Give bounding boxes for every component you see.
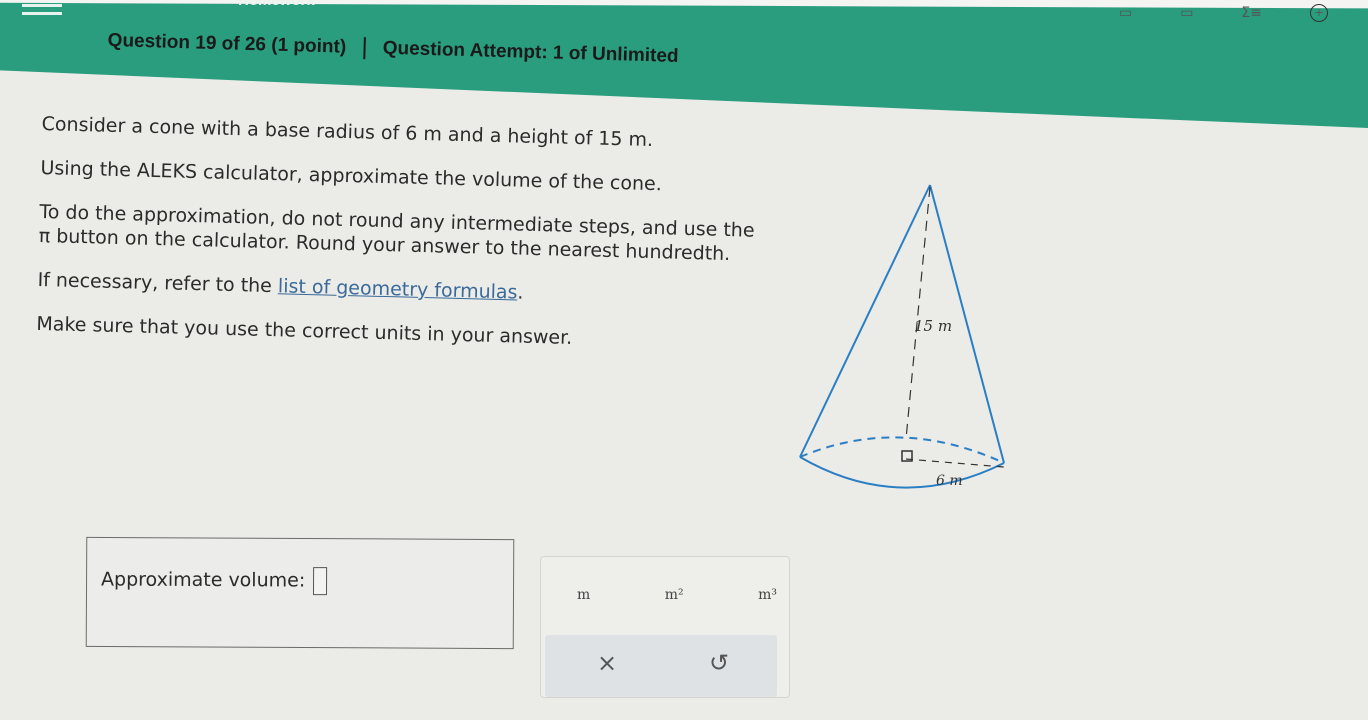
header-divider [363,37,366,60]
hamburger-icon[interactable] [22,4,62,22]
toolbar-icons: ▭ ▭ Σ≡ + [1119,0,1328,26]
answer-box: Approximate volume: [85,536,515,650]
problem-text: Consider a cone with a base radius of 6 … [36,112,782,375]
unit-m3-button[interactable]: m³ [758,587,777,603]
book-icon[interactable]: ▭ [1119,5,1132,21]
formula-prefix: If necessary, refer to the [37,268,279,298]
problem-line: To do the approximation, do not round an… [38,200,755,266]
unit-m-button[interactable]: m [577,587,590,603]
clear-button[interactable]: × [597,649,617,677]
problem-line: If necessary, refer to the list of geome… [37,268,777,311]
sigma-icon[interactable]: Σ≡ [1241,5,1262,21]
cone-left-edge [799,184,931,458]
nav-title: Homework [238,0,315,9]
unit-m2-button[interactable]: m² [665,587,684,603]
volume-input[interactable] [313,567,328,596]
cone-figure: 15 m 6 m [799,184,1005,489]
answer-label-text: Approximate volume: [101,568,306,592]
unit-panel: m m² m³ × ↺ [540,556,790,698]
problem-line: Make sure that you use the correct units… [36,312,573,349]
radius-label: 6 m [936,473,963,489]
geometry-formulas-link[interactable]: list of geometry formulas [278,275,518,303]
undo-button[interactable]: ↺ [709,649,729,677]
problem-line: Consider a cone with a base radius of 6 … [41,112,654,152]
plus-circle-icon[interactable]: + [1310,4,1328,22]
problem-line: Using the ALEKS calculator, approximate … [40,156,663,196]
unit-options: m m² m³ [577,587,777,603]
height-label: 15 m [914,317,952,335]
answer-controls: × ↺ [545,635,777,697]
height-line [905,186,931,440]
book-icon[interactable]: ▭ [1180,5,1193,21]
radius-line [905,458,1005,468]
formula-suffix: . [517,281,524,304]
answer-label: Approximate volume: [101,566,328,596]
